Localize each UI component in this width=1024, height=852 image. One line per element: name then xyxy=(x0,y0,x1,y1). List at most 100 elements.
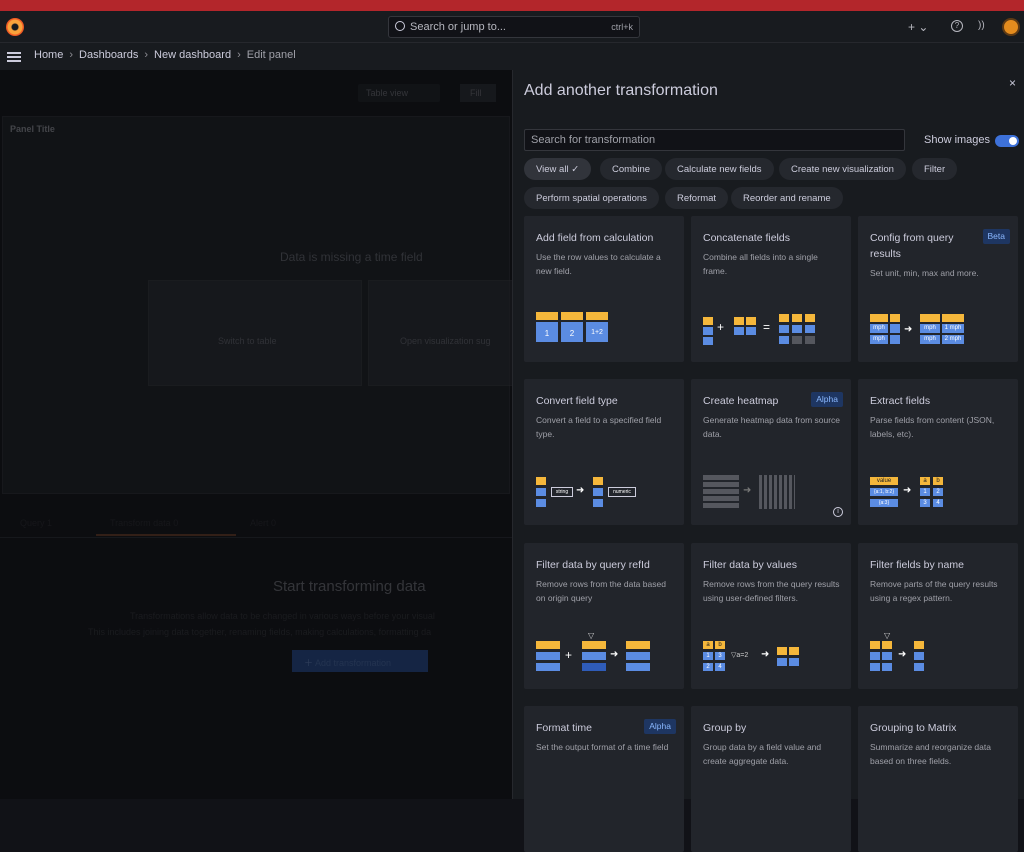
chip-reformat[interactable]: Reformat xyxy=(665,187,729,209)
help-icon[interactable]: ? xyxy=(951,20,963,32)
editor-tabs: Query 1 Transform data 0 Alert 0 xyxy=(0,510,512,538)
browser-tab-strip xyxy=(0,0,1024,11)
card-title: Filter fields by name xyxy=(870,559,964,571)
card-title: Config from query results xyxy=(870,232,954,260)
breadcrumb-new-dashboard[interactable]: New dashboard xyxy=(154,49,231,61)
breadcrumb-edit-panel: Edit panel xyxy=(246,49,296,61)
card-group-by[interactable]: Group by Group data by a field value and… xyxy=(691,706,851,852)
show-images-label: Show images xyxy=(924,134,991,146)
card-title: Filter data by values xyxy=(703,559,797,571)
card-description: Remove parts of the query results using … xyxy=(870,579,998,603)
card-filter-by-query-refid[interactable]: Filter data by query refId Remove rows f… xyxy=(524,543,684,689)
card-extract-fields[interactable]: Extract fields Parse fields from content… xyxy=(858,379,1018,525)
filter-values-illustration: a b 1 3 2 4 ▽a=2 ➜ xyxy=(703,639,843,679)
open-viz-card[interactable] xyxy=(368,280,512,386)
info-icon[interactable]: i xyxy=(833,507,843,517)
chevron-right-icon: › xyxy=(69,49,74,61)
tab-alert[interactable]: Alert 0 xyxy=(250,518,276,528)
extract-illustration: value {a:1, b:2} {a:3} ➜ a b 1 2 3 4 xyxy=(870,475,1010,515)
global-search-input[interactable]: Search or jump to... ctrl+k xyxy=(388,16,640,38)
breadcrumb: Home › Dashboards › New dashboard › Edit… xyxy=(34,49,296,61)
search-placeholder: Search or jump to... xyxy=(410,21,506,33)
card-description: Combine all fields into a single frame. xyxy=(703,252,818,276)
chevron-right-icon: › xyxy=(144,49,149,61)
add-transformation-button[interactable]: ＋ Add transformation xyxy=(292,650,428,672)
drawer-title: Add another transformation xyxy=(524,82,718,99)
convert-illustration: string ➜ numeric xyxy=(536,475,676,515)
card-convert-field-type[interactable]: Convert field type Convert a field to a … xyxy=(524,379,684,525)
fill-button[interactable]: Fill xyxy=(460,84,496,102)
panel-editor-backdrop: Table view Fill Panel Title Data is miss… xyxy=(0,70,512,799)
card-filter-data-by-values[interactable]: Filter data by values Remove rows from t… xyxy=(691,543,851,689)
card-add-field-from-calculation[interactable]: Add field from calculation Use the row v… xyxy=(524,216,684,362)
transformation-search-input[interactable]: Search for transformation xyxy=(524,129,905,151)
alpha-badge: Alpha xyxy=(644,719,676,734)
breadcrumb-bar: Home › Dashboards › New dashboard › Edit… xyxy=(0,43,1024,70)
tab-transform-data[interactable]: Transform data 0 xyxy=(110,518,178,528)
card-title: Filter data by query refId xyxy=(536,559,650,571)
card-title: Group by xyxy=(703,722,747,734)
chip-view-all[interactable]: View all ✓ xyxy=(524,158,592,180)
switch-table-card[interactable] xyxy=(148,280,362,386)
card-grouping-to-matrix[interactable]: Grouping to Matrix Summarize and reorgan… xyxy=(858,706,1018,852)
breadcrumb-dashboards[interactable]: Dashboards xyxy=(79,49,138,61)
grafana-logo-icon[interactable] xyxy=(6,18,24,36)
chip-create-new-visualization[interactable]: Create new visualization xyxy=(779,158,906,180)
active-tab-indicator xyxy=(96,534,236,536)
panel-title: Panel Title xyxy=(10,124,55,134)
alpha-badge: Alpha xyxy=(811,392,843,407)
card-description: Remove rows from the data based on origi… xyxy=(536,579,666,603)
rss-icon[interactable]: )) xyxy=(978,20,985,31)
table-view-toggle[interactable]: Table view xyxy=(358,84,440,102)
chip-combine[interactable]: Combine xyxy=(600,158,663,180)
chip-reorder-and-rename[interactable]: Reorder and rename xyxy=(731,187,843,209)
chip-calculate-new-fields[interactable]: Calculate new fields xyxy=(665,158,774,180)
new-button[interactable]: + ⌄ xyxy=(908,20,928,34)
card-title: Format time xyxy=(536,722,593,734)
card-title: Extract fields xyxy=(870,395,931,407)
card-title: Grouping to Matrix xyxy=(870,722,957,734)
card-description: Set unit, min, max and more. xyxy=(870,268,979,278)
card-title: Add field from calculation xyxy=(536,232,654,244)
transform-description: Transformations allow data to be changed… xyxy=(88,611,435,637)
avatar[interactable] xyxy=(1002,18,1020,36)
config-illustration: mph mph ➜ mph 1 mph mph 2 mph xyxy=(870,312,1010,352)
calculation-illustration: 1 2 1+2 xyxy=(536,312,676,352)
search-icon xyxy=(395,21,405,31)
card-description: Parse fields from content (JSON, labels,… xyxy=(870,415,995,439)
card-filter-fields-by-name[interactable]: Filter fields by name Remove parts of th… xyxy=(858,543,1018,689)
card-description: Set the output format of a time field xyxy=(536,742,669,752)
chevron-right-icon: › xyxy=(237,49,241,61)
filter-names-illustration: ▽ ➜ xyxy=(870,631,1010,679)
card-description: Remove rows from the query results using… xyxy=(703,579,840,603)
concatenate-illustration: + = xyxy=(703,312,843,352)
card-description: Summarize and reorganize data based on t… xyxy=(870,742,991,766)
menu-icon[interactable] xyxy=(7,52,21,62)
card-concatenate-fields[interactable]: Concatenate fields Combine all fields in… xyxy=(691,216,851,362)
chip-filter[interactable]: Filter xyxy=(912,158,958,180)
card-title: Convert field type xyxy=(536,395,618,407)
close-icon[interactable]: × xyxy=(1009,76,1016,90)
card-description: Use the row values to calculate a new fi… xyxy=(536,252,661,276)
start-transforming-title: Start transforming data xyxy=(273,578,426,595)
card-title: Concatenate fields xyxy=(703,232,790,244)
transformation-drawer: Add another transformation × Search for … xyxy=(512,70,1024,852)
filter-refid-illustration: + ▽ ➜ xyxy=(536,631,676,679)
heatmap-illustration: ➜ xyxy=(703,475,843,515)
top-navbar: Search or jump to... ctrl+k + ⌄ ? )) xyxy=(0,11,1024,43)
search-shortcut: ctrl+k xyxy=(611,22,633,32)
switch-table-label: Switch to table xyxy=(218,336,277,346)
card-description: Generate heatmap data from source data. xyxy=(703,415,841,439)
card-description: Convert a field to a specified field typ… xyxy=(536,415,662,439)
open-viz-label: Open visualization sug xyxy=(400,336,491,346)
card-title: Create heatmap xyxy=(703,395,779,407)
tab-query[interactable]: Query 1 xyxy=(20,518,52,528)
show-images-toggle[interactable] xyxy=(995,135,1019,147)
card-format-time[interactable]: Format time Alpha Set the output format … xyxy=(524,706,684,852)
card-create-heatmap[interactable]: Create heatmap Alpha Generate heatmap da… xyxy=(691,379,851,525)
chip-perform-spatial[interactable]: Perform spatial operations xyxy=(524,187,659,209)
missing-time-message: Data is missing a time field xyxy=(280,250,423,264)
beta-badge: Beta xyxy=(982,229,1010,244)
breadcrumb-home[interactable]: Home xyxy=(34,49,63,61)
card-config-from-query-results[interactable]: Config from query results Beta Set unit,… xyxy=(858,216,1018,362)
